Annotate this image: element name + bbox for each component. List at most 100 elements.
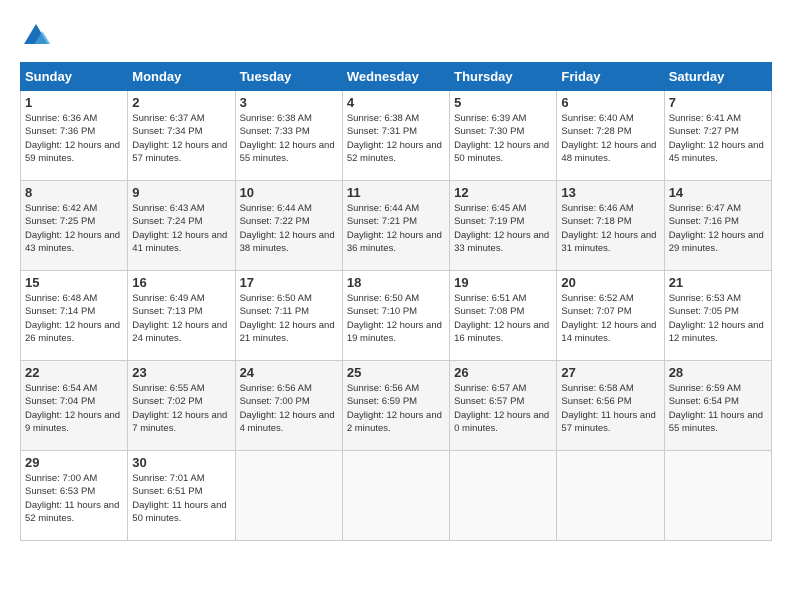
day-info: Sunrise: 7:00 AMSunset: 6:53 PMDaylight:… [25, 472, 123, 525]
calendar-week-4: 22 Sunrise: 6:54 AMSunset: 7:04 PMDayligh… [21, 361, 772, 451]
day-info: Sunrise: 6:51 AMSunset: 7:08 PMDaylight:… [454, 292, 552, 345]
day-number: 6 [561, 95, 659, 110]
calendar-week-5: 29 Sunrise: 7:00 AMSunset: 6:53 PMDayligh… [21, 451, 772, 541]
calendar-cell: 16 Sunrise: 6:49 AMSunset: 7:13 PMDayligh… [128, 271, 235, 361]
calendar-cell: 8 Sunrise: 6:42 AMSunset: 7:25 PMDaylight… [21, 181, 128, 271]
day-number: 23 [132, 365, 230, 380]
day-info: Sunrise: 6:36 AMSunset: 7:36 PMDaylight:… [25, 112, 123, 165]
day-info: Sunrise: 6:55 AMSunset: 7:02 PMDaylight:… [132, 382, 230, 435]
logo [20, 20, 56, 52]
day-info: Sunrise: 6:39 AMSunset: 7:30 PMDaylight:… [454, 112, 552, 165]
day-number: 30 [132, 455, 230, 470]
day-info: Sunrise: 7:01 AMSunset: 6:51 PMDaylight:… [132, 472, 230, 525]
day-number: 3 [240, 95, 338, 110]
day-info: Sunrise: 6:58 AMSunset: 6:56 PMDaylight:… [561, 382, 659, 435]
day-number: 22 [25, 365, 123, 380]
calendar-cell: 23 Sunrise: 6:55 AMSunset: 7:02 PMDayligh… [128, 361, 235, 451]
header [20, 20, 772, 52]
day-number: 16 [132, 275, 230, 290]
calendar-header-row: SundayMondayTuesdayWednesdayThursdayFrid… [21, 63, 772, 91]
day-info: Sunrise: 6:42 AMSunset: 7:25 PMDaylight:… [25, 202, 123, 255]
calendar-cell: 21 Sunrise: 6:53 AMSunset: 7:05 PMDayligh… [664, 271, 771, 361]
calendar-cell [557, 451, 664, 541]
day-info: Sunrise: 6:44 AMSunset: 7:22 PMDaylight:… [240, 202, 338, 255]
calendar-cell: 9 Sunrise: 6:43 AMSunset: 7:24 PMDaylight… [128, 181, 235, 271]
day-info: Sunrise: 6:44 AMSunset: 7:21 PMDaylight:… [347, 202, 445, 255]
day-number: 13 [561, 185, 659, 200]
day-info: Sunrise: 6:54 AMSunset: 7:04 PMDaylight:… [25, 382, 123, 435]
day-info: Sunrise: 6:43 AMSunset: 7:24 PMDaylight:… [132, 202, 230, 255]
calendar-cell: 24 Sunrise: 6:56 AMSunset: 7:00 PMDayligh… [235, 361, 342, 451]
calendar-cell: 1 Sunrise: 6:36 AMSunset: 7:36 PMDaylight… [21, 91, 128, 181]
day-number: 28 [669, 365, 767, 380]
calendar-cell: 5Sunrise: 6:39 AMSunset: 7:30 PMDaylight… [450, 91, 557, 181]
day-number: 20 [561, 275, 659, 290]
day-number: 4 [347, 95, 445, 110]
calendar-cell: 18Sunrise: 6:50 AMSunset: 7:10 PMDayligh… [342, 271, 449, 361]
day-number: 27 [561, 365, 659, 380]
day-info: Sunrise: 6:41 AMSunset: 7:27 PMDaylight:… [669, 112, 767, 165]
day-number: 10 [240, 185, 338, 200]
header-day-saturday: Saturday [664, 63, 771, 91]
day-number: 19 [454, 275, 552, 290]
calendar-cell: 29 Sunrise: 7:00 AMSunset: 6:53 PMDayligh… [21, 451, 128, 541]
day-number: 24 [240, 365, 338, 380]
day-number: 25 [347, 365, 445, 380]
day-info: Sunrise: 6:49 AMSunset: 7:13 PMDaylight:… [132, 292, 230, 345]
day-info: Sunrise: 6:53 AMSunset: 7:05 PMDaylight:… [669, 292, 767, 345]
day-number: 1 [25, 95, 123, 110]
day-info: Sunrise: 6:57 AMSunset: 6:57 PMDaylight:… [454, 382, 552, 435]
day-number: 9 [132, 185, 230, 200]
day-number: 7 [669, 95, 767, 110]
calendar-cell: 22 Sunrise: 6:54 AMSunset: 7:04 PMDayligh… [21, 361, 128, 451]
header-day-sunday: Sunday [21, 63, 128, 91]
day-number: 15 [25, 275, 123, 290]
day-info: Sunrise: 6:59 AMSunset: 6:54 PMDaylight:… [669, 382, 767, 435]
day-info: Sunrise: 6:52 AMSunset: 7:07 PMDaylight:… [561, 292, 659, 345]
calendar-cell: 28 Sunrise: 6:59 AMSunset: 6:54 PMDayligh… [664, 361, 771, 451]
logo-icon [20, 20, 52, 52]
header-day-friday: Friday [557, 63, 664, 91]
header-day-monday: Monday [128, 63, 235, 91]
calendar-cell: 27 Sunrise: 6:58 AMSunset: 6:56 PMDayligh… [557, 361, 664, 451]
calendar-week-2: 8 Sunrise: 6:42 AMSunset: 7:25 PMDaylight… [21, 181, 772, 271]
calendar-cell [664, 451, 771, 541]
calendar-cell: 26 Sunrise: 6:57 AMSunset: 6:57 PMDayligh… [450, 361, 557, 451]
day-info: Sunrise: 6:46 AMSunset: 7:18 PMDaylight:… [561, 202, 659, 255]
day-info: Sunrise: 6:40 AMSunset: 7:28 PMDaylight:… [561, 112, 659, 165]
day-info: Sunrise: 6:47 AMSunset: 7:16 PMDaylight:… [669, 202, 767, 255]
day-info: Sunrise: 6:37 AMSunset: 7:34 PMDaylight:… [132, 112, 230, 165]
header-day-wednesday: Wednesday [342, 63, 449, 91]
calendar-cell: 30 Sunrise: 7:01 AMSunset: 6:51 PMDayligh… [128, 451, 235, 541]
day-info: Sunrise: 6:48 AMSunset: 7:14 PMDaylight:… [25, 292, 123, 345]
day-number: 21 [669, 275, 767, 290]
calendar-cell: 20 Sunrise: 6:52 AMSunset: 7:07 PMDayligh… [557, 271, 664, 361]
day-number: 18 [347, 275, 445, 290]
calendar-cell: 25 Sunrise: 6:56 AMSunset: 6:59 PMDayligh… [342, 361, 449, 451]
calendar-cell: 14 Sunrise: 6:47 AMSunset: 7:16 PMDayligh… [664, 181, 771, 271]
calendar-cell: 6 Sunrise: 6:40 AMSunset: 7:28 PMDaylight… [557, 91, 664, 181]
calendar-cell: 13 Sunrise: 6:46 AMSunset: 7:18 PMDayligh… [557, 181, 664, 271]
calendar-cell [235, 451, 342, 541]
header-day-tuesday: Tuesday [235, 63, 342, 91]
calendar-table: SundayMondayTuesdayWednesdayThursdayFrid… [20, 62, 772, 541]
day-info: Sunrise: 6:50 AMSunset: 7:11 PMDaylight:… [240, 292, 338, 345]
day-number: 8 [25, 185, 123, 200]
calendar-cell: 12Sunrise: 6:45 AMSunset: 7:19 PMDayligh… [450, 181, 557, 271]
calendar-cell: 2 Sunrise: 6:37 AMSunset: 7:34 PMDaylight… [128, 91, 235, 181]
calendar-cell: 11Sunrise: 6:44 AMSunset: 7:21 PMDayligh… [342, 181, 449, 271]
calendar-cell: 7 Sunrise: 6:41 AMSunset: 7:27 PMDaylight… [664, 91, 771, 181]
day-info: Sunrise: 6:56 AMSunset: 7:00 PMDaylight:… [240, 382, 338, 435]
day-info: Sunrise: 6:45 AMSunset: 7:19 PMDaylight:… [454, 202, 552, 255]
calendar-cell: 10 Sunrise: 6:44 AMSunset: 7:22 PMDayligh… [235, 181, 342, 271]
calendar-cell: 17Sunrise: 6:50 AMSunset: 7:11 PMDayligh… [235, 271, 342, 361]
calendar-cell [342, 451, 449, 541]
day-number: 2 [132, 95, 230, 110]
header-day-thursday: Thursday [450, 63, 557, 91]
calendar-week-1: 1 Sunrise: 6:36 AMSunset: 7:36 PMDaylight… [21, 91, 772, 181]
day-number: 26 [454, 365, 552, 380]
day-info: Sunrise: 6:38 AMSunset: 7:31 PMDaylight:… [347, 112, 445, 165]
day-info: Sunrise: 6:56 AMSunset: 6:59 PMDaylight:… [347, 382, 445, 435]
day-number: 29 [25, 455, 123, 470]
day-number: 14 [669, 185, 767, 200]
